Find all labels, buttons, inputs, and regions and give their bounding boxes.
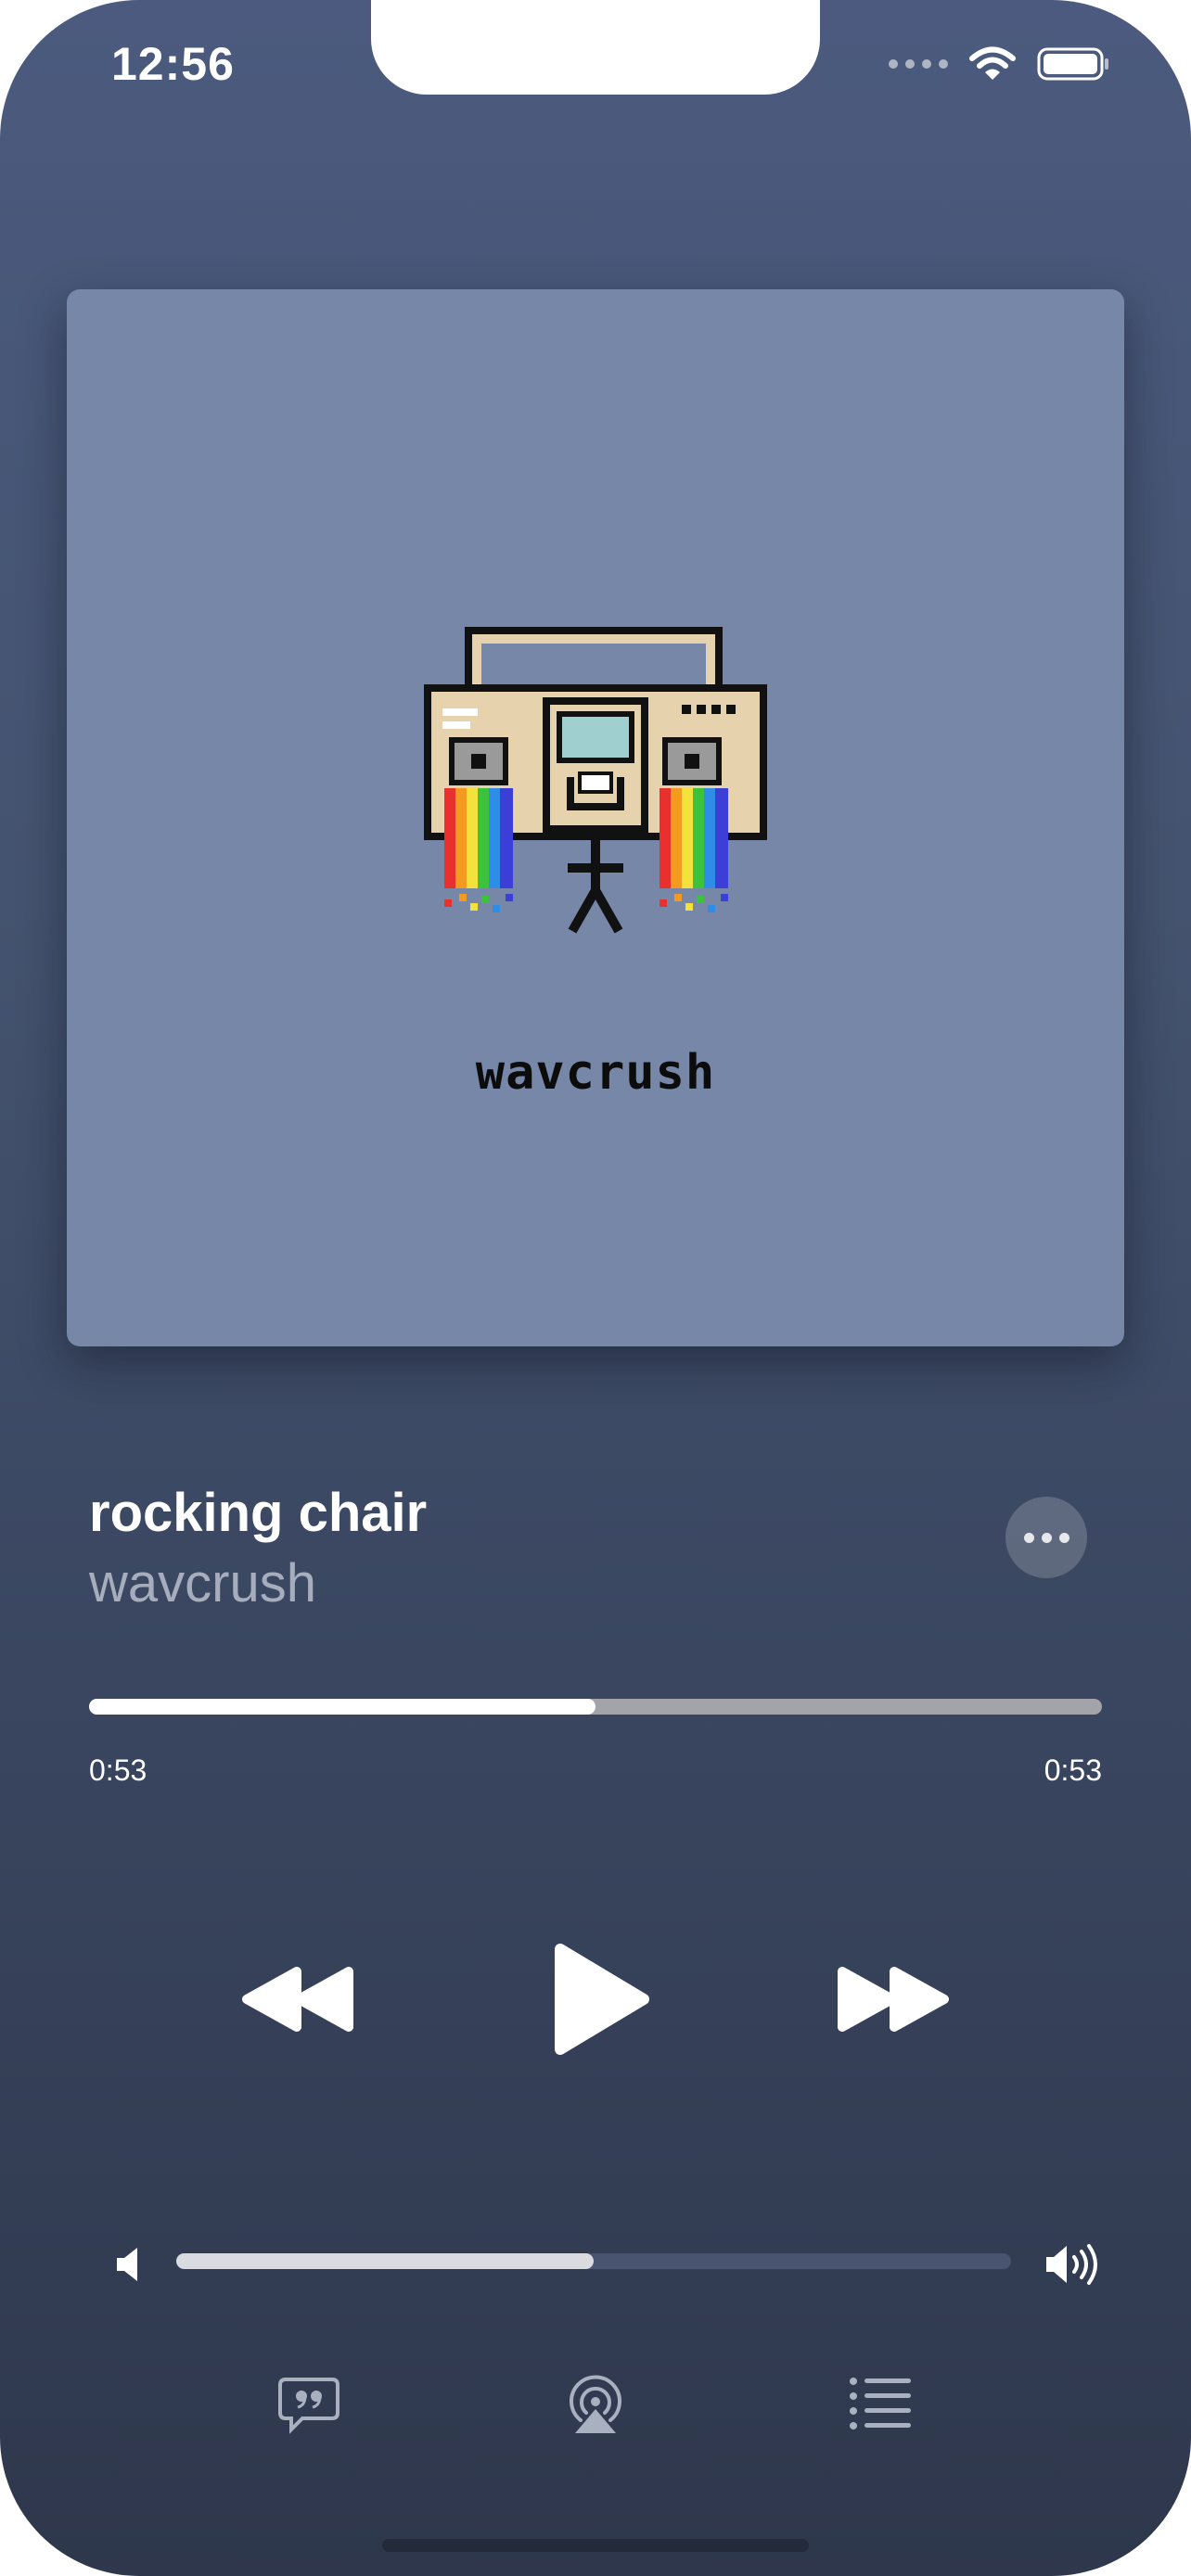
boombox-logo-icon	[424, 627, 767, 934]
queue-list-icon	[850, 2378, 911, 2429]
progress-scrubber[interactable]	[89, 1699, 1102, 1715]
player-screen: 12:56 wavcrush rocking chair wavcrush 0:…	[0, 0, 1191, 2576]
rewind-icon	[242, 1967, 353, 2032]
airplay-icon	[570, 2375, 621, 2433]
progress-fill	[89, 1699, 596, 1715]
speaker-high-icon	[1046, 2244, 1097, 2285]
lyrics-bubble-icon	[278, 2378, 339, 2434]
fast-forward-icon	[838, 1967, 949, 2032]
volume-slider[interactable]	[176, 2253, 1011, 2269]
time-elapsed: 0:53	[89, 1753, 147, 1787]
volume-fill	[176, 2253, 594, 2269]
cellular-signal-icon	[889, 59, 948, 69]
lyrics-button[interactable]	[276, 2376, 341, 2435]
battery-icon	[1037, 47, 1108, 81]
airplay-button[interactable]	[564, 2374, 627, 2437]
status-icons	[889, 46, 1111, 82]
home-indicator[interactable]	[382, 2539, 809, 2552]
time-remaining: 0:53	[1044, 1753, 1102, 1787]
play-button[interactable]	[553, 1942, 653, 2057]
notch	[371, 0, 820, 95]
track-artist[interactable]: wavcrush	[89, 1552, 316, 1614]
status-time: 12:56	[111, 38, 235, 90]
play-icon	[555, 1944, 649, 2055]
fast-forward-button[interactable]	[835, 1966, 952, 2033]
album-artwork: wavcrush	[67, 289, 1124, 1346]
more-options-button[interactable]	[1005, 1497, 1087, 1578]
ellipsis-icon	[1023, 1532, 1034, 1543]
artwork-brand-text: wavcrush	[475, 1045, 716, 1101]
speaker-low-icon	[117, 2248, 137, 2281]
rewind-button[interactable]	[239, 1966, 356, 2033]
track-title: rocking chair	[89, 1483, 428, 1543]
wifi-icon	[969, 46, 1016, 80]
queue-button[interactable]	[848, 2376, 913, 2431]
